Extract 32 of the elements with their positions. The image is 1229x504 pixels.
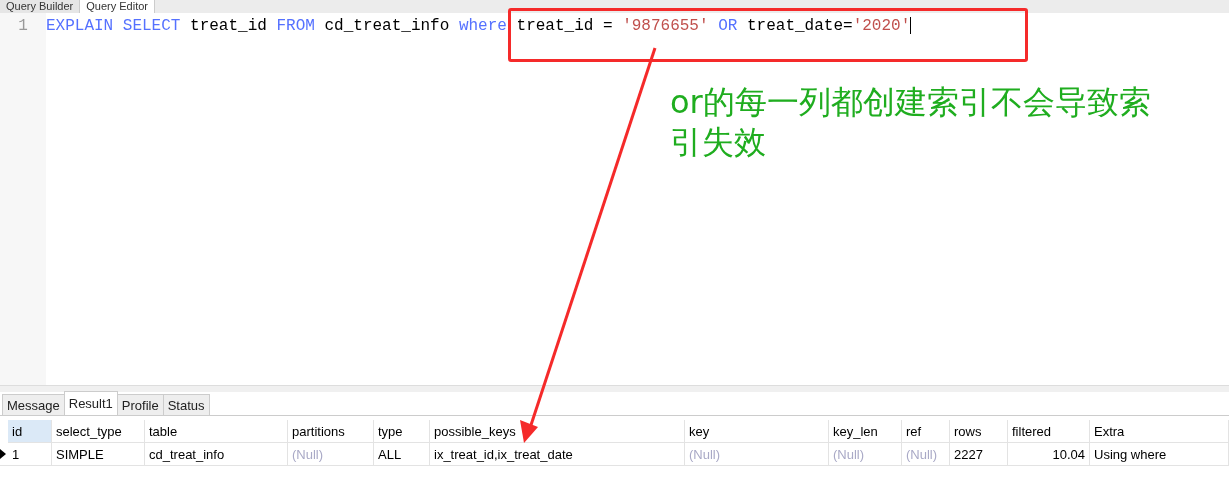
column-header[interactable]: select_type (52, 420, 145, 443)
column-header[interactable]: key (685, 420, 829, 443)
table-cell: ix_treat_id,ix_treat_date (430, 443, 685, 466)
sql-code-line[interactable]: EXPLAIN SELECT treat_id FROM cd_treat_info where treat_id = '9876655' OR treat_date='2020' (46, 17, 912, 36)
result-tab[interactable]: Message (2, 394, 65, 415)
table-cell: (Null) (829, 443, 902, 466)
table-cell: SIMPLE (52, 443, 145, 466)
annotation-text: or的每一列都创建索引不会导致索引失效 (670, 82, 1152, 162)
editor-tab[interactable]: Query Editor (80, 0, 155, 13)
table-cell: Using where (1090, 443, 1229, 466)
table-cell: (Null) (902, 443, 950, 466)
table-cell: 1 (8, 443, 52, 466)
column-header[interactable]: type (374, 420, 430, 443)
column-header[interactable]: ref (902, 420, 950, 443)
table-cell: ALL (374, 443, 430, 466)
column-header[interactable]: partitions (288, 420, 374, 443)
column-header[interactable]: id (8, 420, 52, 443)
column-header[interactable]: rows (950, 420, 1008, 443)
line-number: 1 (18, 17, 28, 36)
table-cell: cd_treat_info (145, 443, 288, 466)
column-header[interactable]: filtered (1008, 420, 1090, 443)
column-header[interactable]: table (145, 420, 288, 443)
column-header[interactable]: Extra (1090, 420, 1229, 443)
result-tab[interactable]: Profile (116, 394, 164, 415)
column-header[interactable]: possible_keys (430, 420, 685, 443)
table-cell: (Null) (288, 443, 374, 466)
table-cell: 2227 (950, 443, 1008, 466)
table-cell: 10.04 (1008, 443, 1090, 466)
table-cell: (Null) (685, 443, 829, 466)
column-header[interactable]: key_len (829, 420, 902, 443)
result-tab[interactable]: Status (162, 394, 210, 415)
editor-tab[interactable]: Query Builder (0, 0, 81, 13)
